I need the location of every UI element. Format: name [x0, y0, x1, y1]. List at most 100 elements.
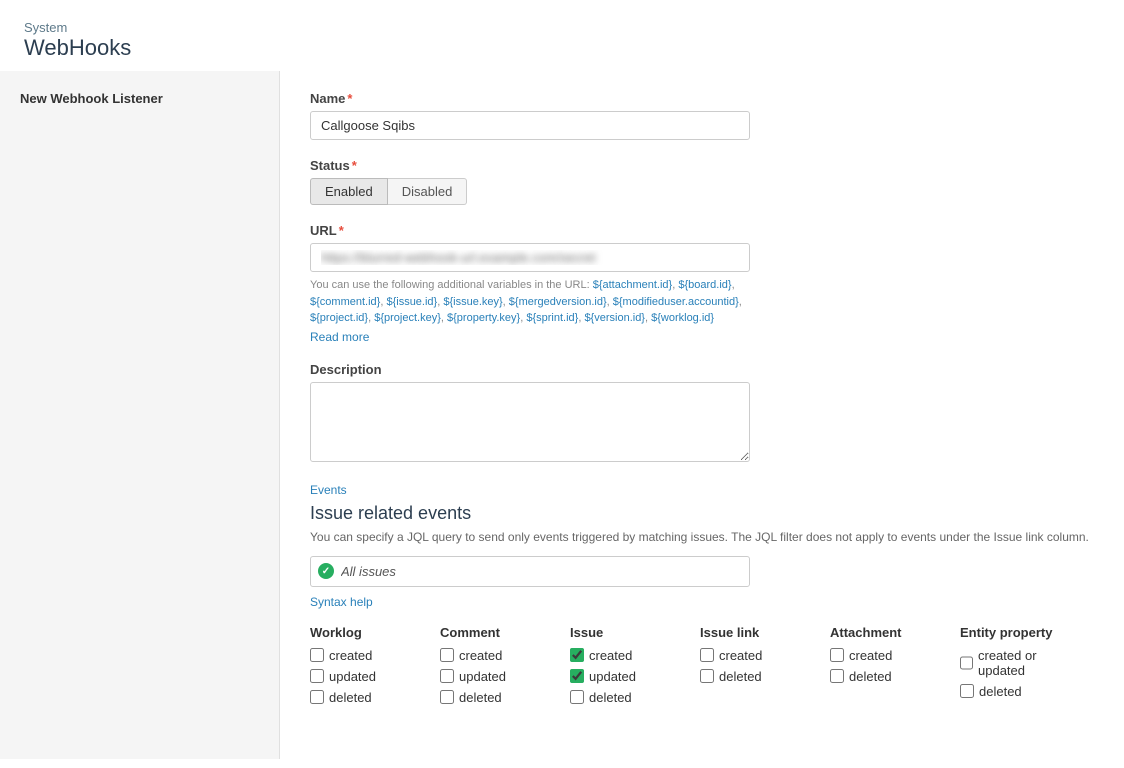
entityproperty-deleted-label[interactable]: deleted — [979, 684, 1022, 699]
events-title: Issue related events — [310, 503, 1094, 524]
attachment-created-checkbox[interactable] — [830, 648, 844, 662]
issuelink-deleted-label[interactable]: deleted — [719, 669, 762, 684]
url-var-version: ${version.id} — [584, 312, 645, 324]
form-area: Name* Status* Enabled Disabled URL* You … — [280, 71, 1124, 759]
main-layout: New Webhook Listener Name* Status* Enabl… — [0, 71, 1124, 759]
url-required-star: * — [339, 223, 344, 238]
event-column-issue: Issue created updated deleted — [570, 625, 680, 711]
page-title: WebHooks — [24, 35, 1100, 61]
url-input-wrapper — [310, 243, 750, 272]
worklog-created-label[interactable]: created — [329, 648, 372, 663]
event-column-attachment: Attachment created deleted — [830, 625, 940, 711]
issuelink-deleted-item: deleted — [700, 669, 810, 684]
comment-updated-checkbox[interactable] — [440, 669, 454, 683]
comment-updated-item: updated — [440, 669, 550, 684]
worklog-deleted-checkbox[interactable] — [310, 690, 324, 704]
system-label: System — [24, 20, 1100, 35]
jql-input-wrapper: ✓ — [310, 556, 750, 587]
worklog-created-checkbox[interactable] — [310, 648, 324, 662]
url-var-issuekey: ${issue.key} — [443, 296, 502, 308]
page-header: System WebHooks — [0, 0, 1124, 71]
entityproperty-deleted-checkbox[interactable] — [960, 684, 974, 698]
entityproperty-created-checkbox[interactable] — [960, 656, 973, 670]
entityproperty-header: Entity property — [960, 625, 1074, 640]
comment-deleted-label[interactable]: deleted — [459, 690, 502, 705]
description-label: Description — [310, 362, 1094, 377]
name-input[interactable] — [310, 111, 750, 140]
issue-header: Issue — [570, 625, 680, 640]
entityproperty-deleted-item: deleted — [960, 684, 1074, 699]
event-column-issuelink: Issue link created deleted — [700, 625, 810, 711]
worklog-header: Worklog — [310, 625, 420, 640]
url-input[interactable] — [310, 243, 750, 272]
status-button-group: Enabled Disabled — [310, 178, 1094, 205]
worklog-deleted-item: deleted — [310, 690, 420, 705]
url-var-projectid: ${project.id} — [310, 312, 368, 324]
issue-deleted-label[interactable]: deleted — [589, 690, 632, 705]
status-enabled-button[interactable]: Enabled — [310, 178, 388, 205]
worklog-updated-label[interactable]: updated — [329, 669, 376, 684]
comment-deleted-checkbox[interactable] — [440, 690, 454, 704]
worklog-updated-checkbox[interactable] — [310, 669, 324, 683]
entityproperty-created-item: created or updated — [960, 648, 1074, 678]
url-var-sprint: ${sprint.id} — [526, 312, 578, 324]
name-required-star: * — [347, 91, 352, 106]
description-group: Description — [310, 362, 1094, 465]
name-group: Name* — [310, 91, 1094, 140]
url-var-propertykey: ${property.key} — [447, 312, 520, 324]
attachment-created-item: created — [830, 648, 940, 663]
issue-updated-checkbox[interactable] — [570, 669, 584, 683]
comment-created-checkbox[interactable] — [440, 648, 454, 662]
attachment-created-label[interactable]: created — [849, 648, 892, 663]
jql-check-icon: ✓ — [318, 563, 334, 579]
issuelink-created-label[interactable]: created — [719, 648, 762, 663]
url-var-worklog: ${worklog.id} — [651, 312, 714, 324]
attachment-deleted-checkbox[interactable] — [830, 669, 844, 683]
worklog-created-item: created — [310, 648, 420, 663]
events-table: Worklog created updated deleted — [310, 625, 1094, 711]
comment-deleted-item: deleted — [440, 690, 550, 705]
events-section: Events Issue related events You can spec… — [310, 483, 1094, 711]
sidebar-title: New Webhook Listener — [20, 91, 259, 106]
status-group: Status* Enabled Disabled — [310, 158, 1094, 205]
events-section-label: Events — [310, 483, 1094, 497]
status-label: Status* — [310, 158, 1094, 173]
url-var-comment: ${comment.id} — [310, 296, 380, 308]
issue-updated-item: updated — [570, 669, 680, 684]
issue-deleted-item: deleted — [570, 690, 680, 705]
attachment-deleted-label[interactable]: deleted — [849, 669, 892, 684]
comment-created-item: created — [440, 648, 550, 663]
issue-created-checkbox[interactable] — [570, 648, 584, 662]
jql-input[interactable] — [310, 556, 750, 587]
url-label: URL* — [310, 223, 1094, 238]
issuelink-created-item: created — [700, 648, 810, 663]
issue-created-item: created — [570, 648, 680, 663]
url-var-attachment: ${attachment.id} — [593, 279, 673, 291]
url-var-board: ${board.id} — [678, 279, 731, 291]
status-disabled-button[interactable]: Disabled — [388, 178, 468, 205]
description-textarea[interactable] — [310, 382, 750, 462]
read-more-link[interactable]: Read more — [310, 330, 369, 344]
sidebar: New Webhook Listener — [0, 71, 280, 759]
url-hint: You can use the following additional var… — [310, 277, 750, 327]
events-desc: You can specify a JQL query to send only… — [310, 530, 1094, 544]
url-var-issueid: ${issue.id} — [386, 296, 437, 308]
syntax-help-link[interactable]: Syntax help — [310, 595, 373, 609]
attachment-deleted-item: deleted — [830, 669, 940, 684]
comment-updated-label[interactable]: updated — [459, 669, 506, 684]
entityproperty-created-label[interactable]: created or updated — [978, 648, 1074, 678]
issuelink-deleted-checkbox[interactable] — [700, 669, 714, 683]
issue-updated-label[interactable]: updated — [589, 669, 636, 684]
name-label: Name* — [310, 91, 1094, 106]
issue-deleted-checkbox[interactable] — [570, 690, 584, 704]
event-column-comment: Comment created updated deleted — [440, 625, 550, 711]
status-required-star: * — [352, 158, 357, 173]
url-var-mergedversion: ${mergedversion.id} — [509, 296, 607, 308]
url-group: URL* You can use the following additiona… — [310, 223, 1094, 344]
comment-created-label[interactable]: created — [459, 648, 502, 663]
issue-created-label[interactable]: created — [589, 648, 632, 663]
issuelink-created-checkbox[interactable] — [700, 648, 714, 662]
event-column-worklog: Worklog created updated deleted — [310, 625, 420, 711]
worklog-updated-item: updated — [310, 669, 420, 684]
worklog-deleted-label[interactable]: deleted — [329, 690, 372, 705]
